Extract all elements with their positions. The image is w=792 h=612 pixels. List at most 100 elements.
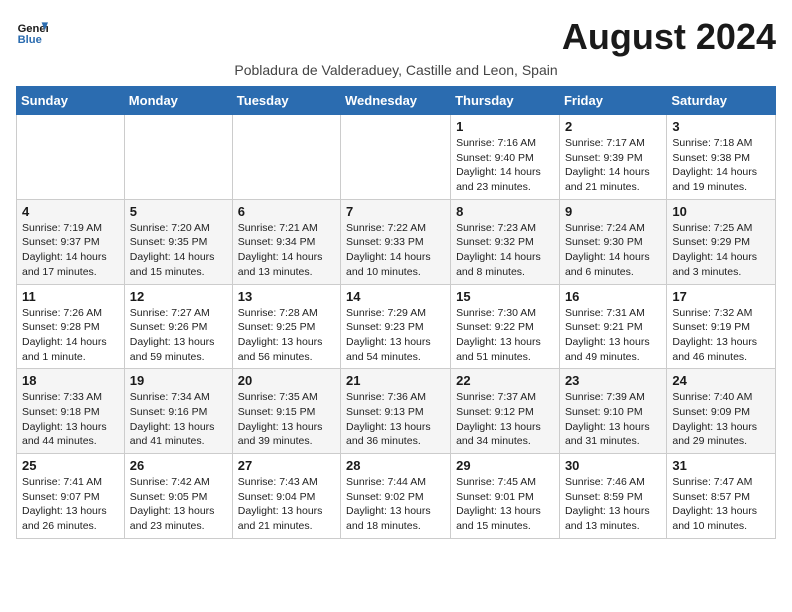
calendar-cell: 24 Sunrise: 7:40 AM Sunset: 9:09 PM Dayli… — [667, 369, 776, 454]
calendar-table: SundayMondayTuesdayWednesdayThursdayFrid… — [16, 86, 776, 539]
calendar-cell: 17 Sunrise: 7:32 AM Sunset: 9:19 PM Dayli… — [667, 284, 776, 369]
weekday-header-saturday: Saturday — [667, 87, 776, 115]
day-info: Sunrise: 7:43 AM Sunset: 9:04 PM Dayligh… — [238, 475, 335, 534]
calendar-cell: 6 Sunrise: 7:21 AM Sunset: 9:34 PM Daylig… — [232, 199, 340, 284]
logo-icon: General Blue — [16, 16, 48, 48]
calendar-cell — [17, 115, 125, 200]
calendar-cell — [124, 115, 232, 200]
weekday-header-row: SundayMondayTuesdayWednesdayThursdayFrid… — [17, 87, 776, 115]
subtitle: Pobladura de Valderaduey, Castille and L… — [16, 62, 776, 78]
calendar-cell: 30 Sunrise: 7:46 AM Sunset: 8:59 PM Dayli… — [559, 454, 666, 539]
calendar-cell: 23 Sunrise: 7:39 AM Sunset: 9:10 PM Dayli… — [559, 369, 666, 454]
day-info: Sunrise: 7:34 AM Sunset: 9:16 PM Dayligh… — [130, 390, 227, 449]
day-info: Sunrise: 7:42 AM Sunset: 9:05 PM Dayligh… — [130, 475, 227, 534]
day-info: Sunrise: 7:32 AM Sunset: 9:19 PM Dayligh… — [672, 306, 770, 365]
day-info: Sunrise: 7:17 AM Sunset: 9:39 PM Dayligh… — [565, 136, 661, 195]
calendar-cell: 27Sunrise: 7:43 AM Sunset: 9:04 PM Dayli… — [232, 454, 340, 539]
day-info: Sunrise: 7:16 AM Sunset: 9:40 PM Dayligh… — [456, 136, 554, 195]
logo: General Blue — [16, 16, 48, 48]
day-info: Sunrise: 7:25 AM Sunset: 9:29 PM Dayligh… — [672, 221, 770, 280]
day-info: Sunrise: 7:22 AM Sunset: 9:33 PM Dayligh… — [346, 221, 445, 280]
day-number: 30 — [565, 458, 661, 473]
week-row-3: 11 Sunrise: 7:26 AM Sunset: 9:28 PM Dayli… — [17, 284, 776, 369]
day-info: Sunrise: 7:45 AM Sunset: 9:01 PM Dayligh… — [456, 475, 554, 534]
day-info: Sunrise: 7:20 AM Sunset: 9:35 PM Dayligh… — [130, 221, 227, 280]
day-info: Sunrise: 7:19 AM Sunset: 9:37 PM Dayligh… — [22, 221, 119, 280]
day-number: 19 — [130, 373, 227, 388]
calendar-cell: 5 Sunrise: 7:20 AM Sunset: 9:35 PM Daylig… — [124, 199, 232, 284]
svg-text:Blue: Blue — [18, 34, 42, 46]
calendar-cell: 25 Sunrise: 7:41 AM Sunset: 9:07 PM Dayli… — [17, 454, 125, 539]
day-number: 6 — [238, 204, 335, 219]
day-number: 15 — [456, 289, 554, 304]
calendar-cell: 31Sunrise: 7:47 AM Sunset: 8:57 PM Dayli… — [667, 454, 776, 539]
day-info: Sunrise: 7:28 AM Sunset: 9:25 PM Dayligh… — [238, 306, 335, 365]
week-row-5: 25 Sunrise: 7:41 AM Sunset: 9:07 PM Dayli… — [17, 454, 776, 539]
calendar-cell: 9Sunrise: 7:24 AM Sunset: 9:30 PM Daylig… — [559, 199, 666, 284]
day-info: Sunrise: 7:29 AM Sunset: 9:23 PM Dayligh… — [346, 306, 445, 365]
day-number: 26 — [130, 458, 227, 473]
calendar-cell: 10 Sunrise: 7:25 AM Sunset: 9:29 PM Dayli… — [667, 199, 776, 284]
weekday-header-tuesday: Tuesday — [232, 87, 340, 115]
calendar-cell: 11 Sunrise: 7:26 AM Sunset: 9:28 PM Dayli… — [17, 284, 125, 369]
day-number: 7 — [346, 204, 445, 219]
calendar-cell: 29Sunrise: 7:45 AM Sunset: 9:01 PM Dayli… — [451, 454, 560, 539]
day-number: 8 — [456, 204, 554, 219]
calendar-cell: 12Sunrise: 7:27 AM Sunset: 9:26 PM Dayli… — [124, 284, 232, 369]
day-number: 11 — [22, 289, 119, 304]
day-info: Sunrise: 7:40 AM Sunset: 9:09 PM Dayligh… — [672, 390, 770, 449]
calendar-cell — [341, 115, 451, 200]
day-info: Sunrise: 7:47 AM Sunset: 8:57 PM Dayligh… — [672, 475, 770, 534]
calendar-cell: 4 Sunrise: 7:19 AM Sunset: 9:37 PM Daylig… — [17, 199, 125, 284]
calendar-cell: 3 Sunrise: 7:18 AM Sunset: 9:38 PM Daylig… — [667, 115, 776, 200]
day-info: Sunrise: 7:27 AM Sunset: 9:26 PM Dayligh… — [130, 306, 227, 365]
month-title: August 2024 — [562, 16, 776, 58]
week-row-2: 4 Sunrise: 7:19 AM Sunset: 9:37 PM Daylig… — [17, 199, 776, 284]
day-number: 14 — [346, 289, 445, 304]
calendar-cell: 1 Sunrise: 7:16 AM Sunset: 9:40 PM Daylig… — [451, 115, 560, 200]
title-block: August 2024 — [562, 16, 776, 58]
day-number: 24 — [672, 373, 770, 388]
day-info: Sunrise: 7:26 AM Sunset: 9:28 PM Dayligh… — [22, 306, 119, 365]
weekday-header-wednesday: Wednesday — [341, 87, 451, 115]
day-number: 13 — [238, 289, 335, 304]
day-number: 22 — [456, 373, 554, 388]
day-number: 1 — [456, 119, 554, 134]
weekday-header-friday: Friday — [559, 87, 666, 115]
day-info: Sunrise: 7:41 AM Sunset: 9:07 PM Dayligh… — [22, 475, 119, 534]
calendar-cell: 28 Sunrise: 7:44 AM Sunset: 9:02 PM Dayli… — [341, 454, 451, 539]
day-info: Sunrise: 7:35 AM Sunset: 9:15 PM Dayligh… — [238, 390, 335, 449]
day-number: 25 — [22, 458, 119, 473]
day-info: Sunrise: 7:33 AM Sunset: 9:18 PM Dayligh… — [22, 390, 119, 449]
calendar-cell: 26 Sunrise: 7:42 AM Sunset: 9:05 PM Dayli… — [124, 454, 232, 539]
calendar-cell: 2Sunrise: 7:17 AM Sunset: 9:39 PM Daylig… — [559, 115, 666, 200]
day-info: Sunrise: 7:44 AM Sunset: 9:02 PM Dayligh… — [346, 475, 445, 534]
day-number: 10 — [672, 204, 770, 219]
day-number: 3 — [672, 119, 770, 134]
calendar-cell: 20 Sunrise: 7:35 AM Sunset: 9:15 PM Dayli… — [232, 369, 340, 454]
calendar-body: 1 Sunrise: 7:16 AM Sunset: 9:40 PM Daylig… — [17, 115, 776, 539]
calendar-cell: 8Sunrise: 7:23 AM Sunset: 9:32 PM Daylig… — [451, 199, 560, 284]
day-number: 17 — [672, 289, 770, 304]
day-info: Sunrise: 7:21 AM Sunset: 9:34 PM Dayligh… — [238, 221, 335, 280]
day-number: 18 — [22, 373, 119, 388]
calendar-cell: 13 Sunrise: 7:28 AM Sunset: 9:25 PM Dayli… — [232, 284, 340, 369]
calendar-cell: 18 Sunrise: 7:33 AM Sunset: 9:18 PM Dayli… — [17, 369, 125, 454]
calendar-cell: 14 Sunrise: 7:29 AM Sunset: 9:23 PM Dayli… — [341, 284, 451, 369]
day-number: 28 — [346, 458, 445, 473]
day-info: Sunrise: 7:31 AM Sunset: 9:21 PM Dayligh… — [565, 306, 661, 365]
calendar-cell: 15Sunrise: 7:30 AM Sunset: 9:22 PM Dayli… — [451, 284, 560, 369]
day-number: 20 — [238, 373, 335, 388]
calendar-cell: 22Sunrise: 7:37 AM Sunset: 9:12 PM Dayli… — [451, 369, 560, 454]
day-number: 23 — [565, 373, 661, 388]
day-number: 5 — [130, 204, 227, 219]
page-header: General Blue August 2024 — [16, 16, 776, 58]
calendar-cell — [232, 115, 340, 200]
day-number: 21 — [346, 373, 445, 388]
day-info: Sunrise: 7:18 AM Sunset: 9:38 PM Dayligh… — [672, 136, 770, 195]
day-info: Sunrise: 7:39 AM Sunset: 9:10 PM Dayligh… — [565, 390, 661, 449]
day-info: Sunrise: 7:36 AM Sunset: 9:13 PM Dayligh… — [346, 390, 445, 449]
calendar-cell: 21 Sunrise: 7:36 AM Sunset: 9:13 PM Dayli… — [341, 369, 451, 454]
day-info: Sunrise: 7:46 AM Sunset: 8:59 PM Dayligh… — [565, 475, 661, 534]
day-number: 4 — [22, 204, 119, 219]
